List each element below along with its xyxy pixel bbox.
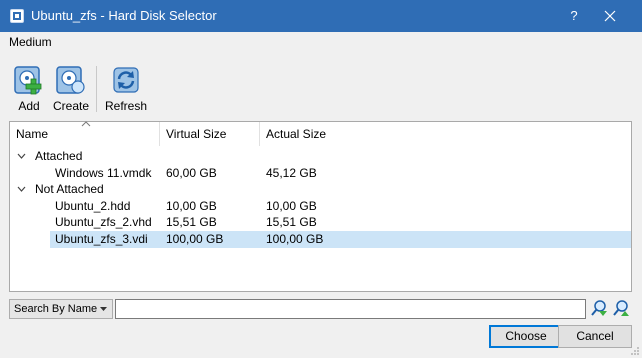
disk-virtual-size: 10,00 GB — [166, 199, 217, 213]
group-label: Not Attached — [35, 182, 104, 196]
disk-actual-size: 15,51 GB — [266, 215, 317, 229]
tree-header: Name Virtual Size Actual Size — [10, 121, 631, 146]
table-row-selected[interactable]: Ubuntu_zfs_3.vdi 100,00 GB 100,00 GB — [10, 231, 631, 248]
refresh-icon — [113, 67, 139, 93]
create-button[interactable]: Create — [50, 63, 92, 113]
refresh-label: Refresh — [104, 99, 148, 113]
search-mode-label: Search By Name — [14, 303, 98, 315]
toolbar-separator — [96, 66, 97, 112]
disk-virtual-size: 15,51 GB — [166, 215, 217, 229]
disk-actual-size: 45,12 GB — [266, 166, 317, 180]
refresh-button[interactable]: Refresh — [103, 63, 149, 113]
column-header-virtual-size[interactable]: Virtual Size — [160, 122, 260, 146]
table-row[interactable]: Windows 11.vmdk 60,00 GB 45,12 GB — [10, 165, 631, 182]
search-mode-select[interactable]: Search By Name — [9, 299, 113, 319]
sort-ascending-icon — [81, 121, 91, 127]
add-button[interactable]: Add — [8, 63, 50, 113]
disk-name: Ubuntu_zfs_2.vhd — [55, 215, 152, 229]
disk-actual-size: 100,00 GB — [266, 232, 324, 246]
table-row[interactable]: Ubuntu_2.hdd 10,00 GB 10,00 GB — [10, 198, 631, 215]
help-button[interactable]: ? — [564, 6, 584, 26]
search-next-icon[interactable] — [612, 299, 630, 317]
close-icon[interactable] — [598, 6, 622, 26]
tree-group-not-attached[interactable]: Not Attached — [10, 181, 631, 198]
table-row[interactable]: Ubuntu_zfs_2.vhd 15,51 GB 15,51 GB — [10, 214, 631, 231]
choose-button[interactable]: Choose — [489, 325, 563, 348]
disk-name: Ubuntu_2.hdd — [55, 199, 131, 213]
disk-name: Ubuntu_zfs_3.vdi — [55, 232, 148, 246]
cancel-button[interactable]: Cancel — [558, 325, 632, 348]
column-header-actual-size[interactable]: Actual Size — [260, 122, 360, 146]
group-label: Attached — [35, 149, 83, 163]
title-bar: Ubuntu_zfs - Hard Disk Selector ? — [0, 0, 642, 32]
disk-actual-size: 10,00 GB — [266, 199, 317, 213]
search-previous-icon[interactable] — [590, 299, 608, 317]
dropdown-arrow-icon — [100, 307, 107, 311]
chevron-down-icon[interactable] — [17, 186, 26, 192]
window-title: Ubuntu_zfs - Hard Disk Selector — [31, 8, 217, 23]
disk-virtual-size: 60,00 GB — [166, 166, 217, 180]
search-input[interactable] — [115, 299, 586, 319]
tree-group-attached[interactable]: Attached — [10, 148, 631, 165]
add-disk-icon — [14, 66, 42, 95]
create-label: Create — [52, 99, 90, 113]
chevron-down-icon[interactable] — [17, 153, 26, 159]
medium-tree[interactable]: Name Virtual Size Actual Size Attached W… — [9, 121, 632, 292]
resize-grip-icon[interactable] — [630, 346, 640, 356]
disk-virtual-size: 100,00 GB — [166, 232, 224, 246]
add-label: Add — [18, 99, 40, 113]
menu-medium[interactable]: Medium — [9, 35, 52, 49]
create-disk-icon — [56, 66, 85, 94]
virtualbox-app-icon — [10, 9, 24, 23]
disk-name: Windows 11.vmdk — [55, 166, 152, 180]
